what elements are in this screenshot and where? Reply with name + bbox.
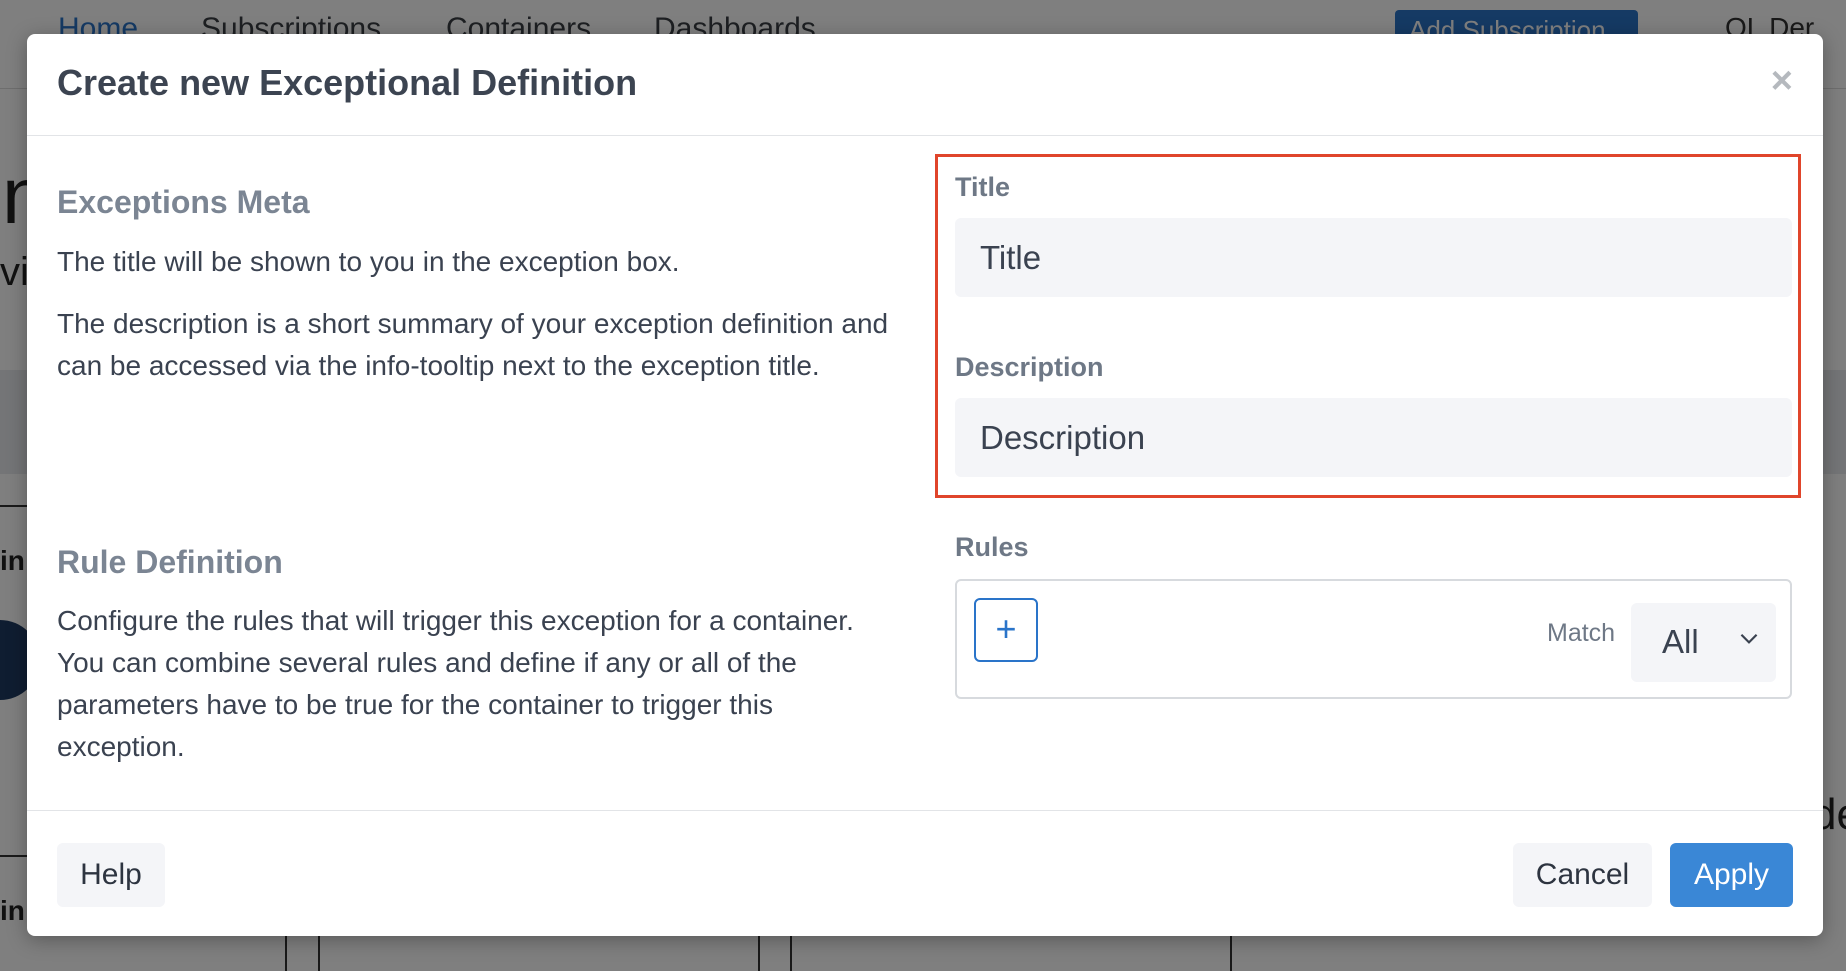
modal-footer: Help Cancel Apply [27,810,1823,937]
match-select-value: All [1662,623,1699,660]
rules-label: Rules [955,532,1029,562]
modal-title: Create new Exceptional Definition [57,62,638,103]
rules-container: + Match All [955,579,1792,699]
help-button[interactable]: Help [57,843,165,907]
apply-button[interactable]: Apply [1670,843,1793,907]
modal-header: Create new Exceptional Definition × [27,34,1823,136]
match-select[interactable]: All [1631,603,1776,682]
close-icon[interactable]: × [1771,62,1793,100]
cancel-button[interactable]: Cancel [1513,843,1652,907]
title-input[interactable] [955,218,1792,297]
rule-definition-text: Configure the rules that will trigger th… [57,605,854,762]
add-rule-button[interactable]: + [974,598,1038,662]
description-label: Description [955,352,1104,382]
rule-definition-heading: Rule Definition [57,544,283,580]
exceptions-meta-text-description: The description is a short summary of yo… [57,308,889,381]
match-label: Match [1547,619,1616,647]
description-input[interactable] [955,398,1792,477]
exceptions-meta-heading: Exceptions Meta [57,184,310,220]
title-label: Title [955,172,1011,202]
plus-icon: + [995,608,1017,649]
chevron-down-icon [1740,633,1758,644]
exceptions-meta-text-title: The title will be shown to you in the ex… [57,246,680,277]
